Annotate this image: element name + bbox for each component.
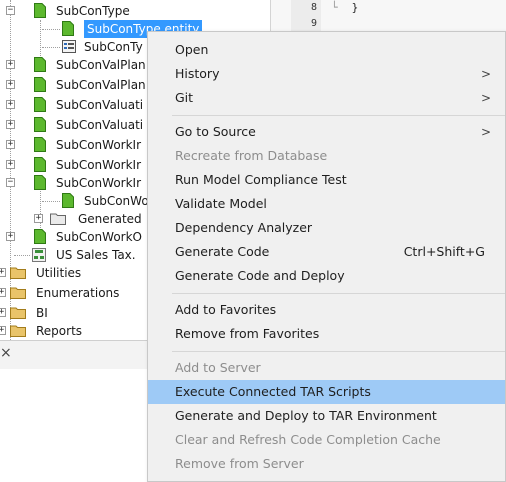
- menu-separator: [172, 351, 505, 352]
- entity-file-icon: [34, 57, 46, 72]
- submenu-arrow-icon: >: [480, 67, 491, 81]
- entity-file-icon: [34, 229, 46, 244]
- expand-toggle-icon[interactable]: +: [6, 60, 15, 69]
- tree-connector-line: [14, 255, 30, 256]
- bottom-panel-bar: ×: [0, 340, 160, 369]
- expand-toggle-icon[interactable]: +: [6, 80, 15, 89]
- entity-file-icon: [34, 157, 46, 172]
- menu-item-generate-code[interactable]: Generate Code Ctrl+Shift+G: [148, 240, 505, 264]
- menu-item-open[interactable]: Open: [148, 38, 505, 62]
- menu-item-add-to-server: Add to Server: [175, 360, 261, 375]
- menu-item-add-to-favorites[interactable]: Add to Favorites: [148, 298, 505, 322]
- collapse-toggle-icon[interactable]: −: [6, 6, 15, 15]
- submenu-arrow-icon: >: [480, 91, 491, 105]
- menu-separator: [172, 115, 505, 116]
- menu-item-execute-connected-tar-scripts[interactable]: Execute Connected TAR Scripts: [148, 380, 505, 404]
- menu-item-run-model-compliance-test[interactable]: Run Model Compliance Test: [148, 168, 505, 192]
- line-number: 8: [310, 2, 317, 13]
- expand-toggle-icon[interactable]: +: [6, 100, 15, 109]
- menu-item-go-to-source[interactable]: Go to Source >: [148, 120, 505, 144]
- fold-end-marker-icon: └: [331, 1, 338, 14]
- shortcut-label: Ctrl+Shift+G: [403, 244, 485, 259]
- expand-toggle-icon[interactable]: +: [0, 326, 6, 335]
- entity-file-icon: [34, 77, 46, 92]
- expand-toggle-icon[interactable]: +: [0, 268, 6, 277]
- tree-item-subcontype[interactable]: − SubConType: [0, 2, 270, 20]
- expand-toggle-icon[interactable]: +: [0, 288, 6, 297]
- tree-connector-line: [42, 47, 60, 48]
- diagram-icon: [32, 248, 46, 262]
- line-number: 9: [310, 18, 317, 29]
- expand-toggle-icon[interactable]: +: [6, 120, 15, 129]
- menu-separator: [172, 293, 505, 294]
- grid-view-icon: [62, 40, 76, 53]
- expand-toggle-icon[interactable]: +: [6, 140, 15, 149]
- menu-item-remove-from-server: Remove from Server: [175, 456, 304, 471]
- entity-file-icon: [34, 97, 46, 112]
- menu-item-generate-and-deploy-to-tar-environment[interactable]: Generate and Deploy to TAR Environment: [148, 404, 505, 428]
- close-icon[interactable]: ×: [0, 345, 12, 361]
- tree-connector-line: [42, 201, 60, 202]
- folder-icon: [10, 307, 26, 319]
- code-line: }: [351, 1, 359, 14]
- folder-icon: [10, 325, 26, 337]
- expand-toggle-icon[interactable]: +: [6, 232, 15, 241]
- folder-icon: [50, 213, 66, 225]
- entity-file-icon: [34, 117, 46, 132]
- submenu-arrow-icon: >: [480, 125, 491, 139]
- entity-file-icon: [62, 21, 74, 36]
- entity-file-icon: [34, 3, 46, 18]
- menu-item-remove-from-favorites[interactable]: Remove from Favorites: [148, 322, 505, 346]
- menu-item-recreate-from-database: Recreate from Database: [175, 148, 328, 163]
- expand-toggle-icon[interactable]: +: [0, 308, 6, 317]
- tree-connector-line: [42, 29, 60, 30]
- menu-item-dependency-analyzer[interactable]: Dependency Analyzer: [148, 216, 505, 240]
- code-text: └}: [331, 0, 358, 16]
- menu-item-validate-model[interactable]: Validate Model: [148, 192, 505, 216]
- expand-toggle-icon[interactable]: +: [34, 214, 43, 223]
- menu-item-generate-code-and-deploy[interactable]: Generate Code and Deploy: [148, 264, 505, 288]
- context-menu: Open History > Git > Go to Source > Recreat…: [147, 31, 506, 482]
- entity-file-icon: [34, 175, 46, 190]
- entity-file-icon: [34, 137, 46, 152]
- menu-item-history[interactable]: History >: [148, 62, 505, 86]
- menu-item-git[interactable]: Git >: [148, 86, 505, 110]
- menu-item-clear-and-refresh-code-completion-cache: Clear and Refresh Code Completion Cache: [175, 432, 441, 447]
- expand-toggle-icon[interactable]: +: [6, 160, 15, 169]
- entity-file-icon: [62, 193, 74, 208]
- folder-icon: [10, 287, 26, 299]
- collapse-toggle-icon[interactable]: −: [6, 178, 15, 187]
- folder-icon: [10, 267, 26, 279]
